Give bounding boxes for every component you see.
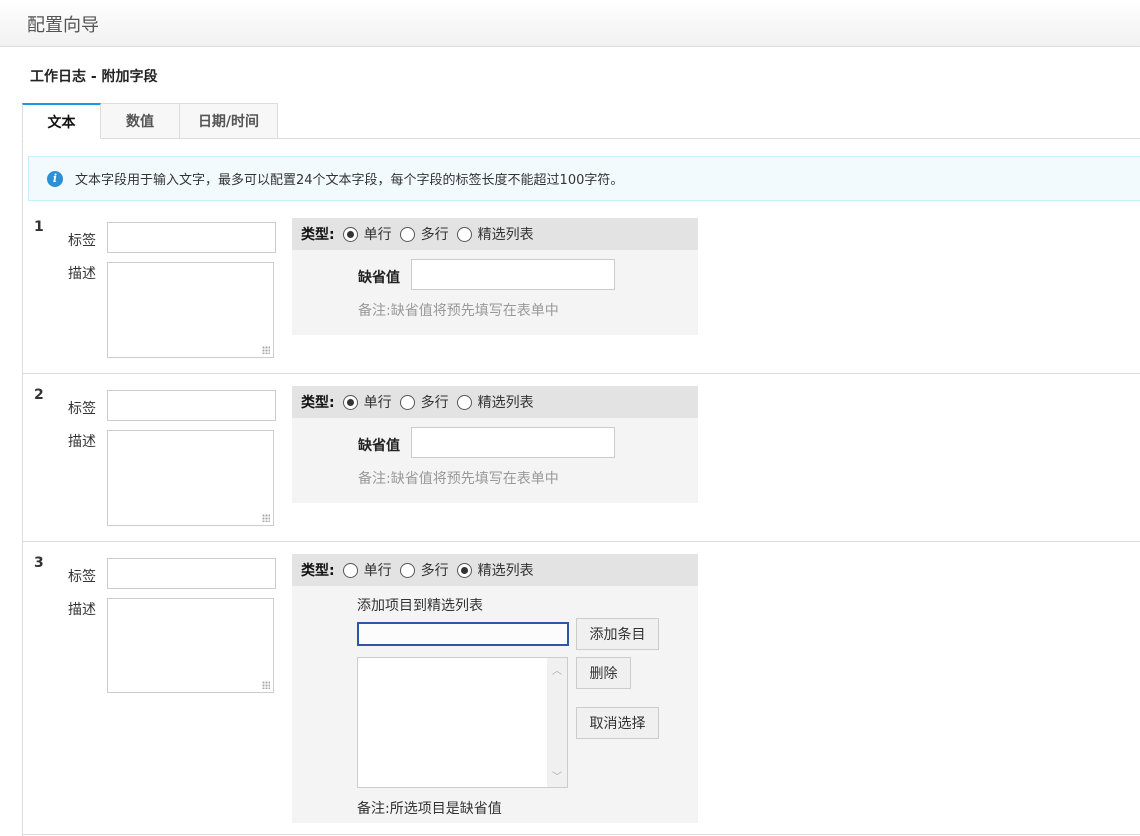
type-panel: 类型: 单行 多行 精选列表 缺省值 备注:缺省值将预先填写在表单中: [292, 218, 698, 335]
listbox-scrollbar[interactable]: ︿ ﹀: [547, 658, 567, 787]
scroll-up-icon[interactable]: ︿: [547, 662, 567, 677]
default-note: 备注:缺省值将预先填写在表单中: [358, 471, 559, 487]
label-caption: 标签: [68, 401, 96, 417]
add-item-button[interactable]: 添加条目: [576, 618, 659, 650]
single-label: 单行: [363, 395, 392, 411]
default-input[interactable]: [411, 427, 615, 458]
description-caption: 描述: [68, 266, 96, 282]
app-header: 配置向导: [0, 0, 1140, 47]
field-section-3: 3 标签 描述 类型: 单行 多行 精选列表 添加项目到精选列表 添加条目 ︿ ﹀ 删…: [23, 541, 1140, 835]
multi-label: 多行: [420, 227, 449, 243]
label-caption: 标签: [68, 569, 96, 585]
radio-single[interactable]: [342, 394, 358, 410]
single-label: 单行: [363, 563, 392, 579]
radio-single[interactable]: [342, 562, 358, 578]
type-header: 类型: 单行 多行 精选列表: [292, 386, 698, 418]
type-panel: 类型: 单行 多行 精选列表 添加项目到精选列表 添加条目 ︿ ﹀ 删除 取消选择 备…: [292, 554, 698, 823]
label-input[interactable]: [107, 222, 276, 253]
tab-number[interactable]: 数值: [100, 103, 180, 139]
field-number: 1: [34, 219, 44, 235]
field-number: 2: [34, 387, 44, 403]
default-input[interactable]: [411, 259, 615, 290]
type-header: 类型: 单行 多行 精选列表: [292, 554, 698, 586]
picklist-label: 精选列表: [477, 563, 534, 579]
default-caption: 缺省值: [358, 270, 400, 286]
multi-label: 多行: [420, 563, 449, 579]
field-number: 3: [34, 555, 44, 571]
info-icon: i: [47, 170, 63, 187]
type-panel: 类型: 单行 多行 精选列表 缺省值 备注:缺省值将预先填写在表单中: [292, 386, 698, 503]
picklist-label: 精选列表: [477, 227, 534, 243]
radio-single[interactable]: [342, 226, 358, 242]
radio-picklist[interactable]: [456, 394, 472, 410]
description-textarea[interactable]: [107, 262, 274, 358]
field-section-1: 1 标签 描述 类型: 单行 多行 精选列表 缺省值 备注:缺省值将预先填写在表单中: [23, 205, 1140, 374]
radio-multi[interactable]: [399, 394, 415, 410]
radio-picklist[interactable]: [456, 226, 472, 242]
multi-label: 多行: [420, 395, 449, 411]
default-caption: 缺省值: [358, 438, 400, 454]
info-banner: i 文本字段用于输入文字，最多可以配置24个文本字段，每个字段的标签长度不能超过…: [28, 156, 1140, 201]
type-caption: 类型:: [301, 563, 335, 579]
tab-divider: [22, 138, 1140, 139]
picklist-label: 精选列表: [477, 395, 534, 411]
radio-multi[interactable]: [399, 226, 415, 242]
single-label: 单行: [363, 227, 392, 243]
description-textarea[interactable]: [107, 598, 274, 693]
type-header: 类型: 单行 多行 精选列表: [292, 218, 698, 250]
picklist-note: 备注:所选项目是缺省值: [357, 801, 502, 817]
scroll-down-icon[interactable]: ﹀: [547, 768, 567, 783]
type-caption: 类型:: [301, 227, 335, 243]
description-textarea[interactable]: [107, 430, 274, 526]
tab-datetime[interactable]: 日期/时间: [179, 103, 278, 139]
deselect-button[interactable]: 取消选择: [576, 707, 659, 739]
picklist-item-input[interactable]: [357, 622, 569, 646]
radio-picklist[interactable]: [456, 562, 472, 578]
tab-text[interactable]: 文本: [22, 103, 101, 139]
delete-button[interactable]: 删除: [576, 657, 631, 689]
picklist-listbox[interactable]: ︿ ﹀: [357, 657, 568, 788]
add-to-list-caption: 添加项目到精选列表: [357, 598, 483, 614]
page-title: 工作日志 - 附加字段: [30, 69, 158, 85]
label-input[interactable]: [107, 390, 276, 421]
label-input[interactable]: [107, 558, 276, 589]
default-note: 备注:缺省值将预先填写在表单中: [358, 303, 559, 319]
radio-multi[interactable]: [399, 562, 415, 578]
field-section-2: 2 标签 描述 类型: 单行 多行 精选列表 缺省值 备注:缺省值将预先填写在表单中: [23, 373, 1140, 542]
info-text: 文本字段用于输入文字，最多可以配置24个文本字段，每个字段的标签长度不能超过10…: [75, 173, 624, 188]
description-caption: 描述: [68, 602, 96, 618]
description-caption: 描述: [68, 434, 96, 450]
app-title: 配置向导: [27, 15, 99, 36]
type-caption: 类型:: [301, 395, 335, 411]
label-caption: 标签: [68, 233, 96, 249]
